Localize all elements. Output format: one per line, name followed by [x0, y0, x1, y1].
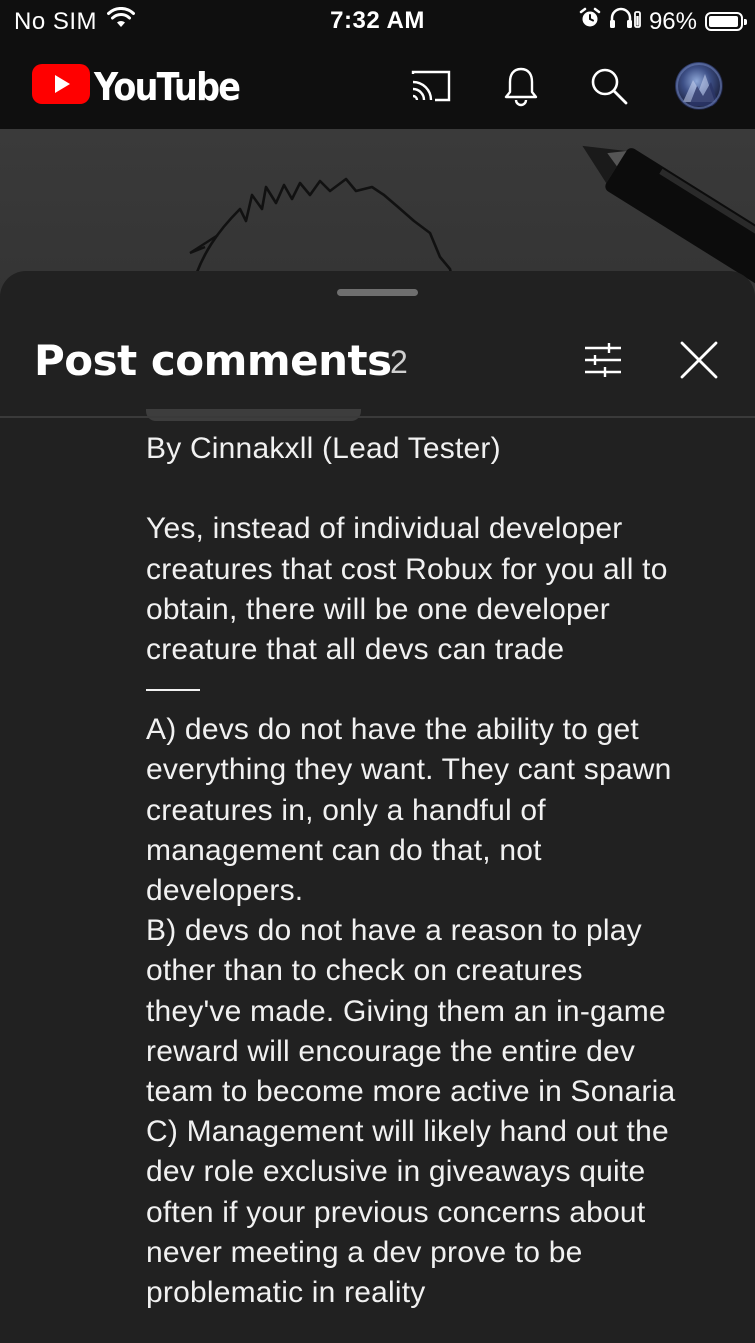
battery-fill — [709, 16, 738, 27]
close-icon — [679, 340, 719, 385]
youtube-wordmark: YouTube — [94, 64, 241, 109]
comments-sheet: Post comments 2 By Cinnakxll (Lead Teste… — [0, 271, 755, 1343]
comment-line: problematic in reality — [146, 1276, 426, 1310]
battery-icon — [705, 12, 747, 31]
headphones-icon — [609, 7, 641, 36]
comment-line: obtain, there will be one developer — [146, 592, 610, 626]
avatar[interactable] — [675, 62, 723, 110]
comment-line: management can do that, not — [146, 833, 542, 867]
clipped-element — [146, 409, 361, 421]
drag-handle[interactable] — [337, 289, 418, 296]
battery-tip — [744, 19, 747, 25]
cast-icon[interactable] — [409, 64, 453, 108]
comment-line: other than to check on creatures — [146, 954, 583, 988]
comment-line: often if your previous concerns about — [146, 1195, 646, 1229]
status-right: 96% — [579, 7, 747, 36]
comment-line: never meeting a dev prove to be — [146, 1235, 583, 1269]
comment-count: 2 — [390, 344, 408, 380]
comment-line: A) devs do not have the ability to get — [146, 713, 639, 747]
comment-line: developers. — [146, 874, 304, 908]
close-button[interactable] — [674, 337, 724, 387]
app-header: YouTube — [0, 42, 755, 129]
comment-byline: By Cinnakxll (Lead Tester) — [146, 432, 501, 465]
comment-line: creatures in, only a handful of — [146, 793, 546, 827]
comment-body: By Cinnakxll (Lead Tester) Yes, instead … — [146, 429, 736, 1313]
status-bar: No SIM 7:32 AM 96% — [0, 0, 755, 42]
bell-icon[interactable] — [499, 64, 543, 108]
comment-line: reward will encourage the entire dev — [146, 1034, 636, 1068]
search-icon[interactable] — [587, 64, 631, 108]
comment-line: everything they want. They cant spawn — [146, 753, 672, 787]
comment-line: Yes, instead of individual developer — [146, 512, 623, 546]
comment-line: creatures that cost Robux for you all to — [146, 552, 668, 586]
battery-percent: 96% — [648, 7, 697, 35]
youtube-play-icon — [32, 64, 90, 109]
youtube-logo[interactable]: YouTube — [32, 64, 259, 109]
alarm-icon — [579, 7, 601, 36]
header-divider — [0, 416, 755, 418]
comment-line: they've made. Giving them an in-game — [146, 994, 666, 1028]
comment-line: team to become more active in Sonaria — [146, 1075, 676, 1109]
pen-drawing — [582, 145, 755, 287]
comment-line: creature that all devs can trade — [146, 633, 565, 666]
screen: No SIM 7:32 AM 96% YouTube Post comments… — [0, 0, 755, 1343]
separator-dash — [146, 689, 200, 692]
comment-line: C) Management will likely hand out the — [146, 1115, 669, 1149]
sheet-title: Post comments — [34, 336, 392, 385]
comment-line: dev role exclusive in giveaways quite — [146, 1155, 646, 1189]
comment-line: B) devs do not have a reason to play — [146, 914, 642, 948]
filter-button[interactable] — [578, 337, 628, 387]
filter-icon — [583, 342, 623, 383]
